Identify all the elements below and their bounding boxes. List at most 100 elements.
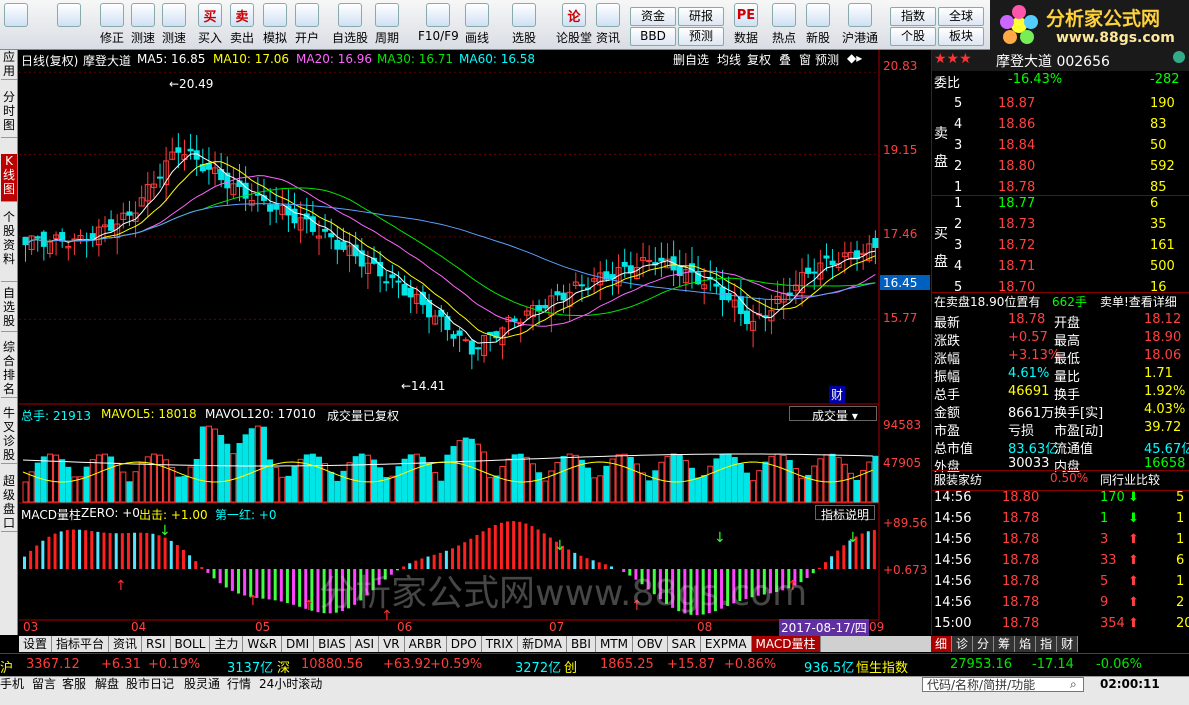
toolbar-button-17[interactable]: 热点 <box>772 3 796 47</box>
indicator-tab-2[interactable]: 资讯 <box>109 636 143 652</box>
indicator-tab-15[interactable]: BBI <box>566 636 596 652</box>
search-icon[interactable]: ⌕ <box>1070 677 1077 691</box>
indicator-tab-17[interactable]: OBV <box>633 636 668 652</box>
toolbar-button-8[interactable]: 开户 <box>295 3 319 47</box>
toolbar-button-14[interactable]: 论论股堂 <box>556 3 592 47</box>
quote-tab-1[interactable]: 诊 <box>952 636 974 652</box>
bottom-item-4[interactable]: 股市日记 <box>126 677 174 691</box>
quote-tab-6[interactable]: 财 <box>1057 636 1079 652</box>
bottom-item-7[interactable]: 24小时滚动 <box>259 677 322 691</box>
buy-price[interactable]: 18.73 <box>998 217 1035 232</box>
toolbar-button-1[interactable] <box>57 3 81 47</box>
indicator-tab-18[interactable]: SAR <box>667 636 701 652</box>
sell-price[interactable]: 18.86 <box>998 117 1035 132</box>
notice-detail-link[interactable]: 卖单!查看详细 <box>1100 293 1177 310</box>
indicator-tab-16[interactable]: MTM <box>595 636 633 652</box>
kline-header-button-1[interactable]: 均线 <box>717 51 741 67</box>
kline-header-button-2[interactable]: 复权 <box>747 51 771 67</box>
indicator-tab-9[interactable]: ASI <box>350 636 380 652</box>
toolbar-button-12[interactable]: 画线 <box>465 3 489 47</box>
sidebar-item-7[interactable]: 超级盘口 <box>1 474 17 532</box>
indicator-tab-6[interactable]: W&R <box>243 636 282 652</box>
indicator-tab-8[interactable]: BIAS <box>314 636 351 652</box>
sidebar-item-1[interactable]: 分时图 <box>1 90 17 138</box>
indicator-tab-1[interactable]: 指标平台 <box>52 636 110 652</box>
kline-header-button-5[interactable]: 预测 <box>815 51 839 67</box>
toolbar-button-10[interactable]: 周期 <box>375 3 399 47</box>
bottom-item-5[interactable]: 股灵通 <box>184 677 220 691</box>
cy-index[interactable]: 1865.25 <box>600 657 654 672</box>
toolbar-button-11[interactable]: F10/F9 <box>418 3 459 47</box>
indicator-tab-19[interactable]: EXPMA <box>700 636 752 652</box>
indicator-tab-13[interactable]: TRIX <box>481 636 519 652</box>
volume-select[interactable]: 成交量 ▾ <box>789 406 877 423</box>
toolbar-small-button[interactable]: 预测 <box>678 27 724 46</box>
toolbar-small-button[interactable]: 个股 <box>890 27 936 46</box>
hs-index[interactable]: 27953.16 <box>950 657 1012 672</box>
toolbar-small-button[interactable]: BBD <box>630 27 676 46</box>
buy-price[interactable]: 18.72 <box>998 238 1035 253</box>
toolbar-small-button[interactable]: 指数 <box>890 7 936 26</box>
finance-badge[interactable]: 财 <box>829 386 846 403</box>
toolbar-small-button[interactable]: 资金 <box>630 7 676 26</box>
bottom-item-0[interactable]: 手机 <box>0 677 24 691</box>
sidebar-item-0[interactable]: 应用 <box>1 50 17 80</box>
industry-compare-button[interactable]: 同行业比较 <box>1100 471 1160 488</box>
toolbar-button-4[interactable]: 测速 <box>162 3 186 47</box>
quote-tab-3[interactable]: 筹 <box>994 636 1016 652</box>
indicator-tab-4[interactable]: BOLL <box>170 636 211 652</box>
toolbar-button-5[interactable]: 买买入 <box>198 3 222 47</box>
toolbar-button-13[interactable]: 选股 <box>512 3 536 47</box>
bottom-item-6[interactable]: 行情 <box>227 677 251 691</box>
indicator-tab-12[interactable]: DPO <box>446 636 482 652</box>
indicator-tab-0[interactable]: 设置 <box>19 636 53 652</box>
sidebar-item-5[interactable]: 综合排名 <box>1 340 17 398</box>
toolbar-button-6[interactable]: 卖卖出 <box>230 3 254 47</box>
indicator-tab-10[interactable]: VR <box>379 636 405 652</box>
quote-tab-5[interactable]: 指 <box>1036 636 1058 652</box>
sh-index[interactable]: 3367.12 <box>26 657 80 672</box>
toolbar-button-18[interactable]: 新股 <box>806 3 830 47</box>
indicator-tab-3[interactable]: RSI <box>142 636 171 652</box>
bottom-item-2[interactable]: 客服 <box>62 677 86 691</box>
sidebar-item-4[interactable]: 自选股 <box>1 286 17 332</box>
indicator-tab-20[interactable]: MACD量柱 <box>751 636 821 652</box>
prev-next-icon[interactable]: ◆▸ <box>847 51 862 67</box>
quote-tab-4[interactable]: 焰 <box>1015 636 1037 652</box>
indicator-tab-7[interactable]: DMI <box>281 636 315 652</box>
buy-price[interactable]: 18.71 <box>998 259 1035 274</box>
indicator-tab-11[interactable]: ARBR <box>404 636 447 652</box>
search-input[interactable]: 代码/名称/简拼/功能 <box>922 677 1084 692</box>
sidebar-item-6[interactable]: 牛叉诊股 <box>1 406 17 464</box>
kline-header-button-0[interactable]: 删自选 <box>673 51 709 67</box>
bottom-item-3[interactable]: 解盘 <box>95 677 119 691</box>
sidebar-item-2[interactable]: K线图 <box>1 154 17 202</box>
sell-price[interactable]: 18.87 <box>998 96 1035 111</box>
toolbar-button-0[interactable] <box>4 3 28 47</box>
sidebar-item-3[interactable]: 个股资料 <box>1 210 17 282</box>
toolbar-button-9[interactable]: 自选股 <box>332 3 368 47</box>
globe-icon[interactable] <box>1172 50 1186 68</box>
kline-chart[interactable]: ←20.49 ←14.41 20.83 19.15 17.46 16.45 15.77 945… <box>19 50 931 635</box>
toolbar-button-2[interactable]: 修正 <box>100 3 124 47</box>
toolbar-button-16[interactable]: PE 数据 <box>734 3 758 47</box>
kline-header-button-4[interactable]: 窗 <box>799 51 811 67</box>
toolbar-small-button[interactable]: 全球 <box>938 7 984 26</box>
sell-price[interactable]: 18.84 <box>998 138 1035 153</box>
sell-price[interactable]: 18.80 <box>998 159 1035 174</box>
indicator-tab-5[interactable]: 主力 <box>210 636 244 652</box>
toolbar-button-19[interactable]: 沪港通 <box>842 3 878 47</box>
toolbar-button-7[interactable]: 模拟 <box>263 3 287 47</box>
toolbar-small-button[interactable]: 研报 <box>678 7 724 26</box>
indicator-tab-14[interactable]: 新DMA <box>518 636 567 652</box>
bottom-item-1[interactable]: 留言 <box>32 677 56 691</box>
indicator-help-button[interactable]: 指标说明 <box>815 505 875 522</box>
sell-price[interactable]: 18.78 <box>998 180 1035 195</box>
buy-price[interactable]: 18.77 <box>998 196 1035 211</box>
sz-index[interactable]: 10880.56 <box>301 657 363 672</box>
toolbar-button-15[interactable]: 资讯 <box>596 3 620 47</box>
toolbar-small-button[interactable]: 板块 <box>938 27 984 46</box>
quote-tab-0[interactable]: 细 <box>931 636 953 652</box>
toolbar-button-3[interactable]: 测速 <box>131 3 155 47</box>
kline-header-button-3[interactable]: 叠 <box>779 51 791 67</box>
